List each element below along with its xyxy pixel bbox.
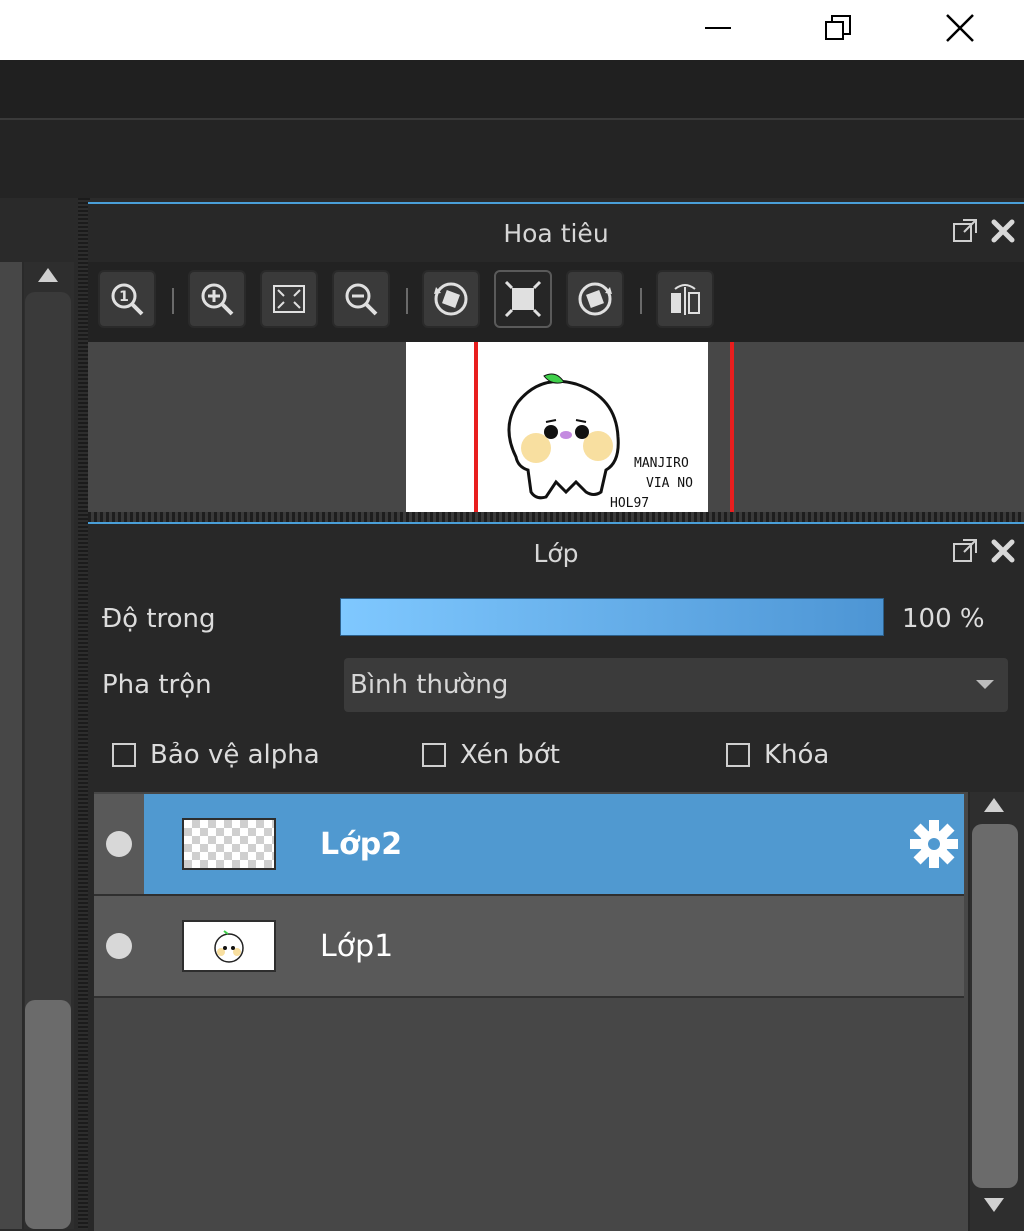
scroll-up-arrow-icon[interactable] [984, 798, 1004, 812]
actual-size-icon [504, 280, 542, 318]
zoom-out-icon [345, 283, 378, 316]
clip-label: Xén bớt [460, 740, 560, 770]
scroll-down-arrow-icon[interactable] [984, 1198, 1004, 1212]
navigator-panel: Hoa tiêu 1 MANJIRO VIA NO HOL97 [88, 202, 1024, 516]
gear-icon[interactable] [908, 818, 960, 870]
blend-mode-select[interactable]: Bình thường [344, 658, 1008, 712]
rotate-left-icon [434, 282, 468, 316]
fit-icon [273, 285, 305, 313]
popout-icon[interactable] [952, 218, 978, 244]
navigator-toolbar: 1 [88, 262, 1024, 342]
layer-name: Lớp2 [320, 826, 403, 862]
layers-panel: Lớp Độ trong 100 % Pha trộn Bình thường … [88, 522, 1024, 1231]
minimize-icon [705, 27, 731, 29]
restore-icon [825, 15, 851, 40]
layer-thumbnail [182, 818, 276, 870]
visibility-dot-icon [106, 933, 132, 959]
visibility-toggle[interactable] [94, 794, 144, 894]
minimize-button[interactable] [678, 0, 758, 56]
checkbox-box[interactable] [726, 743, 750, 767]
navigator-preview[interactable]: MANJIRO VIA NO HOL97 [88, 342, 1024, 514]
blend-mode-label: Pha trộn [102, 670, 212, 700]
tool-options-bar [0, 120, 1024, 198]
protect-alpha-label: Bảo vệ alpha [150, 740, 320, 770]
protect-alpha-checkbox[interactable]: Bảo vệ alpha [112, 740, 320, 770]
layers-title: Lớp [533, 538, 579, 568]
close-icon [946, 14, 974, 42]
opacity-slider[interactable] [340, 598, 884, 636]
popout-icon[interactable] [952, 538, 978, 564]
layer-list: Lớp2 Lớp1 [94, 792, 968, 1231]
preview-text-line-3: HOL97 [610, 496, 649, 511]
canvas-thumbnail: MANJIRO VIA NO HOL97 [406, 342, 708, 514]
chevron-down-icon [976, 680, 994, 689]
view-frame-left [474, 342, 478, 514]
blend-mode-value: Bình thường [350, 670, 509, 700]
opacity-value: 100 % [902, 604, 985, 634]
zoom-in-button[interactable] [188, 270, 246, 328]
zoom-reset-button[interactable]: 1 [98, 270, 156, 328]
left-scroll-thumb[interactable] [25, 1000, 71, 1229]
menu-bar [0, 60, 1024, 120]
close-window-button[interactable] [920, 0, 1000, 56]
view-frame-right [730, 342, 734, 514]
rotate-right-icon [578, 282, 612, 316]
checkbox-box[interactable] [112, 743, 136, 767]
rotate-left-button[interactable] [422, 270, 480, 328]
lock-label: Khóa [764, 740, 830, 770]
visibility-toggle[interactable] [94, 896, 144, 996]
navigator-title: Hoa tiêu [503, 218, 609, 248]
layer-row-lop1[interactable]: Lớp1 [94, 896, 964, 998]
restore-button[interactable] [798, 0, 878, 56]
close-icon[interactable] [990, 538, 1016, 564]
flip-icon [671, 284, 700, 315]
actual-size-button[interactable] [494, 270, 552, 328]
layer-thumbnail-image [214, 930, 244, 963]
flip-horizontal-button[interactable] [656, 270, 714, 328]
checkbox-box[interactable] [422, 743, 446, 767]
preview-text-line-2: VIA NO [646, 476, 693, 491]
layer-row-lop2[interactable]: Lớp2 [94, 794, 964, 896]
preview-text-line-1: MANJIRO [634, 456, 689, 471]
layer-thumbnail [182, 920, 276, 972]
close-icon[interactable] [990, 218, 1016, 244]
window-titlebar [0, 0, 1024, 60]
zoom-out-button[interactable] [332, 270, 390, 328]
svg-text:1: 1 [119, 289, 129, 305]
visibility-dot-icon [106, 831, 132, 857]
rotate-right-button[interactable] [566, 270, 624, 328]
zoom-reset-icon: 1 [111, 283, 144, 316]
opacity-label: Độ trong [102, 604, 216, 634]
drawing-preview-image: MANJIRO VIA NO HOL97 [507, 373, 693, 511]
scroll-up-arrow-icon[interactable] [38, 268, 58, 282]
clip-checkbox[interactable]: Xén bớt [422, 740, 560, 770]
zoom-in-icon [201, 283, 234, 316]
lock-checkbox[interactable]: Khóa [726, 740, 829, 770]
layer-list-scroll-thumb[interactable] [972, 824, 1018, 1188]
left-panel-content [0, 262, 22, 1229]
fit-to-view-button[interactable] [260, 270, 318, 328]
layer-name: Lớp1 [320, 928, 394, 964]
